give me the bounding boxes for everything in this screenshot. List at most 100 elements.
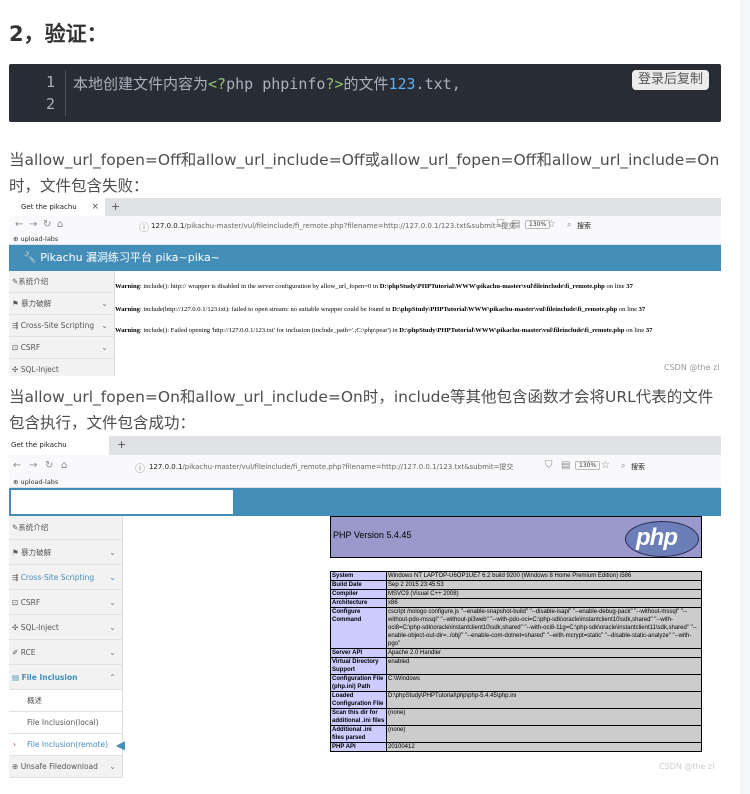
sidebar-icon: ⊡ [12,598,19,607]
submenu-remote[interactable]: › File Inclusion(remote) ◀ [9,734,125,756]
sidebar-icon: ✣ [12,623,19,632]
reader-icon[interactable]: ▤ [561,460,570,471]
sidebar-item-label: File Inclusion [21,673,78,682]
sidebar-item-xss[interactable]: ⇶ Cross-Site Scripting ⌄ [9,565,122,590]
warning-line: Warning: include(http://127.0.0.1/123.tx… [115,306,645,313]
url-host: 127.0.0.1 [151,222,185,230]
sidebar-item-label: CSRF [20,598,41,607]
chevron-down-icon: ⌄ [101,299,108,308]
sidebar-icon: ⚑ [12,548,19,557]
sidebar-icon: ⚑ [12,299,19,308]
phpinfo-value: (none) [386,725,702,743]
pikachu-banner [9,488,721,516]
back-icon[interactable]: ← [15,219,23,230]
new-tab-icon[interactable]: + [117,438,126,451]
warning-msg: : include(http://127.0.0.1/123.txt): fai… [139,306,393,313]
phpinfo-value: Apache 2.0 Handler [386,648,702,658]
phpinfo-value: enabled [386,657,702,675]
home-icon[interactable]: ⌂ [57,219,63,230]
bookmark-icon: ⊕ [13,478,19,486]
warning-line: Warning: include(): http:// wrapper is d… [115,283,633,290]
phpinfo-key: PHP API [330,742,387,752]
page-scrollbar[interactable] [740,0,750,794]
sidebar-item-file-inclusion[interactable]: ▤ File Inclusion ⌃ [9,665,122,690]
warning-line-number: 37 [626,283,633,290]
site-info-icon[interactable]: ⓘ [135,460,145,475]
sidebar-item-label: 系统介绍 [18,277,49,286]
chevron-down-icon: ⌄ [109,623,116,632]
phpinfo-key: Scan this dir for additional .ini files [330,708,387,726]
phpinfo-value: 20100412 [386,742,702,752]
search-box[interactable]: 搜索 [631,462,645,472]
screenshot-include-failed: Get the pikachu × + ← → ↻ ⌂ ⓘ 127.0.0.1/… [9,198,721,376]
sidebar-item-brute[interactable]: ⚑ 暴力破解 ⌄ [9,293,114,315]
sidebar-item-xss[interactable]: ⇶ Cross-Site Scripting ⌄ [9,315,114,337]
phpinfo-value: MSVC9 (Visual C++ 2008) [386,589,702,599]
new-tab-icon[interactable]: + [111,200,120,213]
address-bar[interactable]: 127.0.0.1/pikachu-master/vul/fileinclude… [151,221,515,231]
submenu-local[interactable]: File Inclusion(local) [9,712,122,734]
submenu-label: 概述 [27,696,42,705]
sidebar-item-csrf[interactable]: ⊡ CSRF ⌄ [9,337,114,359]
code-php-open-tag: <? [208,75,227,93]
phpinfo-row: System Windows NT LAPTOP-U6OP1UE7 6.2 bui… [330,571,702,581]
code-text: .txt, [415,75,461,93]
back-icon[interactable]: ← [13,460,21,471]
phpinfo-value: Windows NT LAPTOP-U6OP1UE7 6.2 build 920… [386,571,702,581]
address-bar[interactable]: 127.0.0.1/pikachu-master/vul/fileinclude… [149,462,513,472]
phpinfo-value: Sep 2 2015 23:45:53 [386,580,702,590]
sidebar-item-sqli[interactable]: ✣ SQL-Inject [9,359,114,376]
forward-icon[interactable]: → [29,219,37,230]
sidebar: ✎系统介绍 ⚑ 暴力破解 ⌄ ⇶ Cross-Site Scripting ⌄ ⊡ … [9,271,115,376]
reader-icon[interactable]: ▤ [511,219,520,230]
warning-file: D:\phpStudy\PHPTutorial\WWW\pikachu-mast… [392,306,618,313]
wrench-icon: 🔧 [23,251,37,264]
sidebar-item-label: 系统介绍 [18,523,49,532]
phpinfo-rows: System Windows NT LAPTOP-U6OP1UE7 6.2 bui… [330,571,702,752]
bookmark-upload-labs[interactable]: upload-labs [21,235,59,243]
browser-tab[interactable]: Get the pikachu × [9,198,105,216]
bookmark-upload-labs[interactable]: upload-labs [21,478,59,486]
zoom-badge[interactable]: 130% [575,461,601,470]
forward-icon[interactable]: → [29,460,37,471]
close-icon[interactable]: × [91,198,99,216]
browser-tab[interactable]: Get the pikachu [9,436,109,455]
sidebar-item-intro[interactable]: ✎系统介绍 [9,271,114,293]
caret-right-icon: › [13,740,16,749]
shield-icon[interactable]: ⛉ [497,219,505,230]
sidebar-icon: ⇶ [12,573,19,582]
code-php: php phpinfo [226,75,326,93]
sidebar-item-intro[interactable]: ✎系统介绍 [9,516,122,540]
sidebar-item-unsafe-download[interactable]: ⊕ Unsafe Filedownload ⌄ [9,756,122,778]
warning-line-text: on line [604,283,627,290]
shield-icon[interactable]: ⛉ [545,460,553,471]
warning-line-number: 37 [638,306,646,313]
home-icon[interactable]: ⌂ [61,460,67,471]
submenu-overview[interactable]: 概述 [9,690,122,712]
star-icon[interactable]: ☆ [547,219,556,230]
banner-white-box [11,490,233,514]
code-block: 1 2 本地创建文件内容为<?php phpinfo?>的文件123.txt, … [9,64,721,122]
tab-title: Get the pikachu [21,203,77,211]
sidebar-item-csrf[interactable]: ⊡ CSRF ⌄ [9,590,122,615]
star-icon[interactable]: ☆ [601,460,610,471]
phpinfo-value: cscript /nologo configure.js "--enable-s… [386,607,702,649]
browser-navbar: ← → ↻ ⌂ ⓘ 127.0.0.1/pikachu-master/vul/f… [9,455,721,476]
reload-icon[interactable]: ↻ [43,219,51,230]
phpinfo-value: x86 [386,598,702,608]
sidebar-item-label: 暴力破解 [21,299,52,308]
search-box[interactable]: 搜索 [577,221,591,231]
site-info-icon[interactable]: ⓘ [139,219,149,234]
browser-tabbar: Get the pikachu + [9,436,721,455]
sidebar-item-label: RCE [20,648,36,657]
sidebar-item-brute[interactable]: ⚑ 暴力破解 ⌄ [9,540,122,565]
chevron-down-icon: ⌄ [109,762,116,771]
copy-code-button[interactable]: 登录后复制 [631,70,709,90]
code-gutter [65,70,66,116]
reload-icon[interactable]: ↻ [45,460,53,471]
code-php-close-tag: ?> [325,75,344,93]
browser-tabbar: Get the pikachu × + [9,198,721,216]
sidebar-icon: ⇶ [12,321,19,330]
sidebar-item-sqli[interactable]: ✣ SQL-Inject ⌄ [9,615,122,640]
sidebar-item-rce[interactable]: ✐ RCE ⌄ [9,640,122,665]
